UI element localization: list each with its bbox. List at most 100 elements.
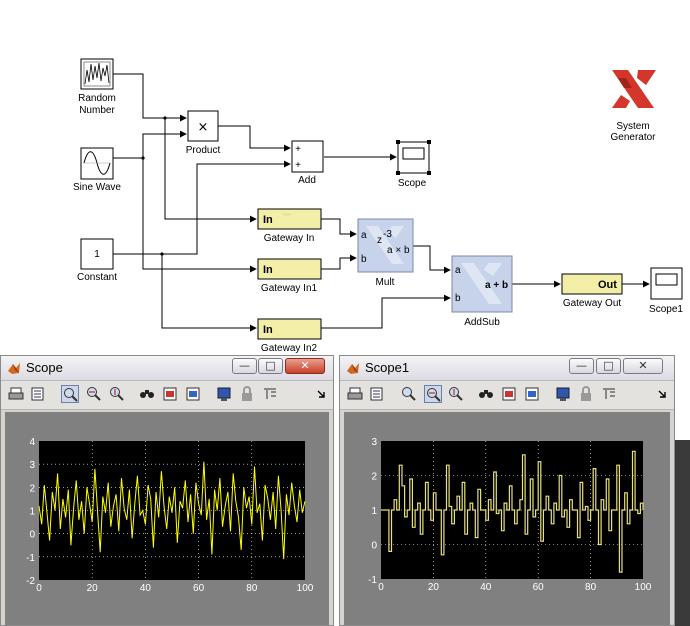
lock-axes-icon[interactable]: [577, 385, 595, 403]
constant-block[interactable]: 1: [80, 238, 114, 270]
x-tick-label: 40: [140, 583, 152, 594]
y-tick-label: 4: [29, 437, 35, 448]
line-random-to-product: [113, 73, 187, 122]
line-constant-to-gatewayin2: [161, 254, 257, 332]
gateway-in1-text: In: [263, 264, 273, 276]
lock-axes-icon[interactable]: [238, 385, 256, 403]
x-tick-label: 60: [193, 583, 205, 594]
mult-block[interactable]: a b z -3 a × b: [357, 218, 414, 273]
scope-plot[interactable]: 0 20 40 60 80 100 4 3 2 1 0 -1 -2: [5, 412, 331, 626]
save-axes-icon[interactable]: [500, 385, 518, 403]
close-button[interactable]: ✕: [285, 358, 325, 374]
scope-window[interactable]: Scope — □ ✕ 0 20 40 60 80 100 4 3 2 1 0 -1 -2: [0, 355, 334, 626]
mult-expression: a × b: [387, 245, 410, 256]
matlab-icon: [8, 363, 20, 374]
addsub-block[interactable]: a b a + b: [451, 255, 513, 313]
parameters-icon[interactable]: [29, 385, 47, 403]
minimize-button[interactable]: —: [569, 358, 594, 374]
constant-value: 1: [94, 249, 100, 260]
sine-wave-block[interactable]: [80, 147, 114, 180]
scope-block[interactable]: [396, 140, 431, 175]
line-mult-to-addsub: [413, 245, 451, 274]
y-tick-label: -1: [368, 575, 377, 586]
zoom-icon[interactable]: [61, 385, 79, 403]
zoom-x-icon[interactable]: [85, 385, 103, 403]
zoom-icon[interactable]: [400, 385, 418, 403]
background-desktop-strip: [675, 440, 690, 626]
line-gatewayin1-to-mult: [321, 254, 357, 270]
floating-scope-icon[interactable]: [215, 385, 233, 403]
x-tick-label: 0: [36, 583, 42, 594]
floating-scope-icon[interactable]: [554, 385, 572, 403]
y-tick-label: -2: [26, 576, 35, 587]
line-gatewayin2-to-addsub: [321, 294, 451, 329]
scope1-block[interactable]: [650, 267, 683, 300]
maximize-button[interactable]: □: [258, 358, 283, 374]
dock-arrow-icon[interactable]: [654, 385, 672, 403]
gateway-out-text: Out: [598, 279, 617, 291]
scope1-label: Scope1: [649, 304, 683, 315]
addsub-label: AddSub: [464, 317, 500, 328]
autoscale-icon[interactable]: [477, 385, 495, 403]
y-tick-label: -1: [26, 553, 35, 564]
scope1-plot[interactable]: 0 20 40 60 80 1003210-1: [344, 412, 672, 626]
gateway-in2-text: In: [263, 324, 273, 336]
parameters-icon[interactable]: [368, 385, 386, 403]
y-tick-label: 0: [29, 530, 35, 541]
gateway-in1-label: Gateway In1: [261, 283, 318, 294]
branch-dots: [141, 116, 167, 256]
gateway-in-label: Gateway In: [264, 233, 315, 244]
gateway-out-block[interactable]: Out: [561, 273, 623, 295]
dock-arrow-icon[interactable]: [313, 385, 331, 403]
gateway-in-block[interactable]: In: [257, 208, 322, 230]
x-tick-label: 60: [533, 582, 545, 593]
scope-titlebar[interactable]: Scope — □ ✕: [1, 356, 333, 381]
y-tick-label: 2: [371, 472, 377, 483]
x-tick-label: 100: [635, 582, 652, 593]
autoscale-icon[interactable]: [138, 385, 156, 403]
product-label: Product: [186, 145, 221, 156]
product-block[interactable]: ×: [187, 110, 219, 142]
print-icon[interactable]: [346, 385, 364, 403]
signal-selector-icon[interactable]: [600, 385, 618, 403]
add-block[interactable]: + +: [291, 140, 324, 173]
gateway-in-text: In: [263, 214, 273, 226]
scope1-toolbar: [340, 381, 674, 410]
close-button[interactable]: ✕: [623, 358, 663, 374]
scope1-window[interactable]: Scope1 — □ ✕ 0 20 40 60 80 100 3 2 1 0 -1: [339, 355, 675, 626]
line-gatewayin-to-mult: [321, 218, 357, 238]
mult-port-b: b: [361, 254, 367, 265]
zoom-y-icon[interactable]: [108, 385, 126, 403]
gateway-in1-block[interactable]: In: [257, 258, 322, 280]
mult-label: Mult: [376, 277, 395, 288]
mult-delay-exp: -3: [383, 229, 392, 240]
line-sine-to-gatewayin1: [142, 158, 257, 273]
y-tick-label: 3: [371, 437, 377, 448]
add-plus-2: +: [295, 160, 301, 171]
print-icon[interactable]: [7, 385, 25, 403]
minimize-button[interactable]: —: [232, 358, 257, 374]
gateway-in2-block[interactable]: In: [257, 318, 322, 340]
random-number-label-1: Random: [78, 93, 116, 104]
y-tick-label: 0: [371, 541, 377, 552]
x-tick-label: 80: [246, 583, 258, 594]
x-tick-label: 0: [378, 582, 384, 593]
xilinx-logo-icon[interactable]: [612, 70, 656, 108]
scope-plot-area: 0 20 40 60 80 100 4 3 2 1 0 -1 -2: [5, 412, 329, 625]
scope-window-title: Scope: [26, 360, 63, 375]
y-tick-label: 1: [371, 506, 377, 517]
system-generator-label-1: System: [616, 121, 649, 132]
x-tick-label: 80: [585, 582, 597, 593]
random-number-block[interactable]: [80, 58, 114, 90]
zoom-x-icon[interactable]: [424, 385, 442, 403]
scope1-titlebar[interactable]: Scope1 — □ ✕: [340, 356, 674, 381]
mult-port-a: a: [361, 230, 367, 241]
zoom-y-icon[interactable]: [447, 385, 465, 403]
maximize-button[interactable]: □: [596, 358, 621, 374]
y-tick-label: 2: [29, 483, 35, 494]
restore-axes-icon[interactable]: [184, 385, 202, 403]
random-number-label-2: Number: [79, 105, 115, 116]
save-axes-icon[interactable]: [161, 385, 179, 403]
restore-axes-icon[interactable]: [523, 385, 541, 403]
signal-selector-icon[interactable]: [261, 385, 279, 403]
